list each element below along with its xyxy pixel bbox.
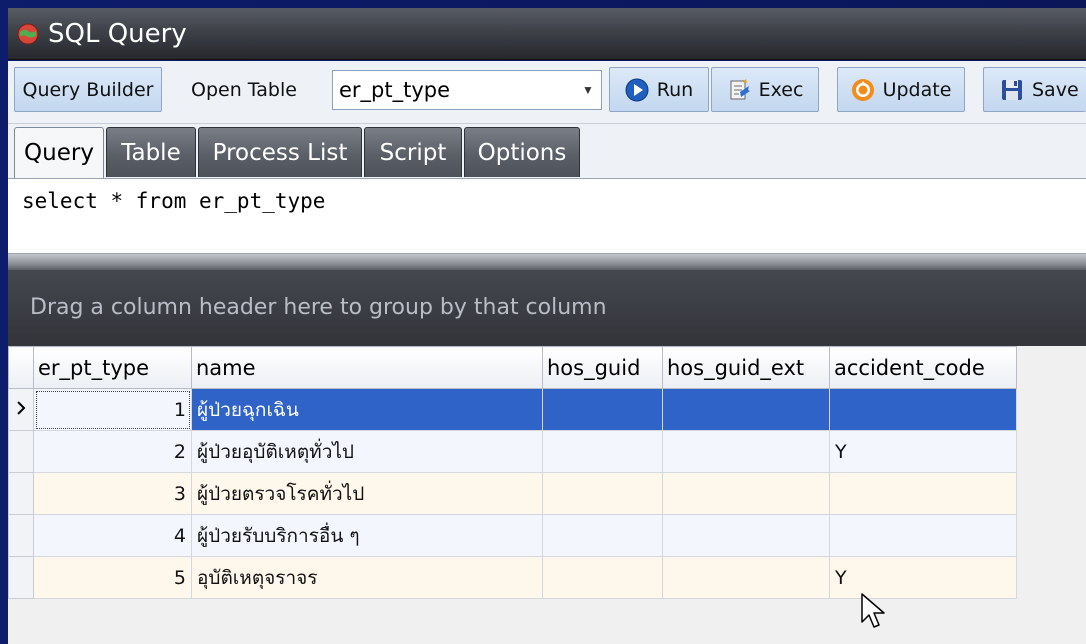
cell-name[interactable]: ผู้ป่วยตรวจโรคทั่วไป [191,472,543,515]
cell-er-pt-type[interactable]: 3 [33,472,192,515]
query-builder-button[interactable]: Query Builder [14,67,162,112]
tab-table-label: Table [121,139,181,166]
open-table-select[interactable]: er_pt_type ▼ [332,70,602,110]
update-icon [851,78,875,102]
exec-button[interactable]: Exec [711,67,819,112]
run-button[interactable]: Run [609,67,709,112]
tab-script[interactable]: Script [364,127,462,177]
sql-editor[interactable]: select * from er_pt_type [8,178,1086,254]
cell-name[interactable]: ผู้ป่วยฉุกเฉิน [191,388,543,431]
table-row[interactable]: 3 ผู้ป่วยตรวจโรคทั่วไป [8,472,1017,515]
cell-hos-guid-ext[interactable] [662,514,830,557]
app-globe-icon [16,22,40,46]
group-by-panel[interactable]: Drag a column header here to group by th… [8,270,1086,345]
table-select-value: er_pt_type [339,78,451,102]
splitter-handle[interactable] [8,254,1086,270]
title-bar[interactable]: SQL Query [8,8,1086,60]
cell-accident-code[interactable]: Y [829,556,1017,599]
cell-accident-code[interactable]: Y [829,430,1017,473]
results-table: er_pt_type name hos_guid hos_guid_ext ac… [8,346,1017,599]
open-table-label: Open Table [191,79,297,101]
tab-process-list-label: Process List [212,139,348,166]
sql-query-window: SQL Query Query Builder Open Table er_pt… [0,0,1086,644]
sql-editor-text[interactable]: select * from er_pt_type [22,189,325,213]
toolbar: Query Builder Open Table er_pt_type ▼ Ru… [8,61,1086,124]
column-header-hos-guid[interactable]: hos_guid [542,346,663,389]
exec-label: Exec [758,78,804,101]
tab-process-list[interactable]: Process List [198,127,362,177]
query-tabs: Query Table Process List Script Options [8,124,1086,178]
cell-accident-code[interactable] [829,514,1017,557]
floppy-disk-icon [1000,78,1024,102]
tab-query-label: Query [24,140,94,166]
row-indicator[interactable] [8,430,34,473]
cell-name[interactable]: ผู้ป่วยอุบัติเหตุทั่วไป [191,430,543,473]
update-button[interactable]: Update [837,67,965,112]
cell-hos-guid[interactable] [542,472,663,515]
results-grid: er_pt_type name hos_guid hos_guid_ext ac… [8,346,1086,644]
update-label: Update [882,78,952,101]
table-row[interactable]: 1 ผู้ป่วยฉุกเฉิน [8,388,1017,431]
tab-script-label: Script [379,139,447,166]
run-label: Run [656,78,694,101]
cell-hos-guid[interactable] [542,556,663,599]
tab-table[interactable]: Table [106,127,196,177]
cell-accident-code[interactable] [829,388,1017,431]
query-builder-label: Query Builder [22,78,154,101]
cell-er-pt-type[interactable]: 4 [33,514,192,557]
save-label: Save [1032,78,1079,101]
row-indicator[interactable] [8,514,34,557]
row-indicator[interactable] [8,556,34,599]
cell-hos-guid[interactable] [542,514,663,557]
cell-er-pt-type[interactable]: 1 [33,388,192,431]
play-icon [625,78,649,102]
chevron-down-icon[interactable]: ▼ [575,83,601,97]
cell-hos-guid-ext[interactable] [662,556,830,599]
cell-hos-guid-ext[interactable] [662,430,830,473]
cell-name[interactable]: ผู้ป่วยรับบริการอื่น ๆ [191,514,543,557]
cell-accident-code[interactable] [829,472,1017,515]
cell-hos-guid-ext[interactable] [662,388,830,431]
cell-hos-guid-ext[interactable] [662,472,830,515]
column-header-hos-guid-ext[interactable]: hos_guid_ext [662,346,830,389]
column-header-name[interactable]: name [191,346,543,389]
row-indicator[interactable] [8,472,34,515]
save-button[interactable]: Save [983,67,1086,112]
header-row: er_pt_type name hos_guid hos_guid_ext ac… [8,346,1017,389]
tab-options[interactable]: Options [464,127,580,177]
cell-hos-guid[interactable] [542,388,663,431]
row-indicator-header [8,346,34,389]
cell-name[interactable]: อุบัติเหตุจราจร [191,556,543,599]
cell-er-pt-type[interactable]: 2 [33,430,192,473]
cell-hos-guid[interactable] [542,430,663,473]
tab-options-label: Options [477,139,567,166]
exec-document-icon [727,78,751,102]
column-header-er-pt-type[interactable]: er_pt_type [33,346,192,389]
window-title: SQL Query [48,18,187,49]
table-row[interactable]: 4 ผู้ป่วยรับบริการอื่น ๆ [8,514,1017,557]
tab-query[interactable]: Query [14,127,104,178]
cell-er-pt-type[interactable]: 5 [33,556,192,599]
table-row[interactable]: 2 ผู้ป่วยอุบัติเหตุทั่วไป Y [8,430,1017,473]
mouse-cursor-icon [860,592,888,637]
column-header-accident-code[interactable]: accident_code [829,346,1017,389]
row-indicator-arrow-icon[interactable] [8,388,34,431]
group-by-hint: Drag a column header here to group by th… [30,295,607,320]
